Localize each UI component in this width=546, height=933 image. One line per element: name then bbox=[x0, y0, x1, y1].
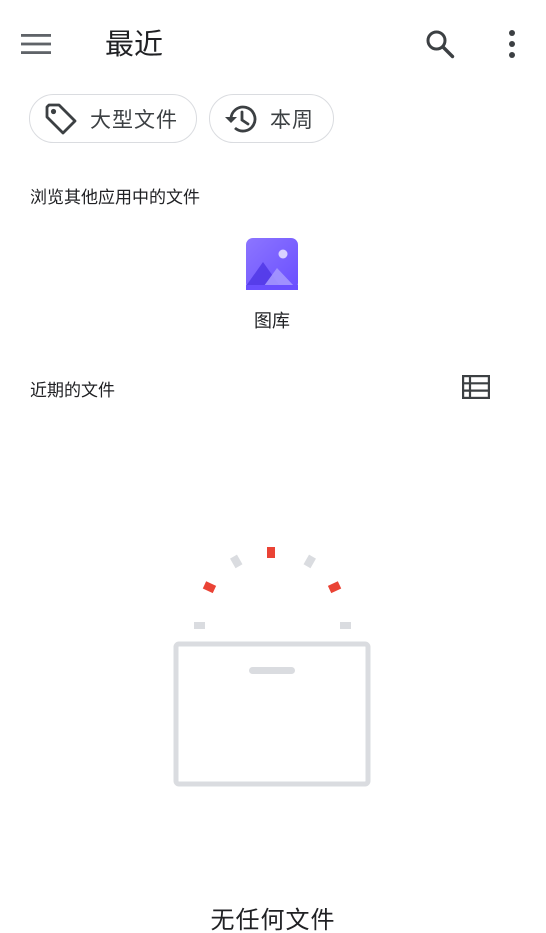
recent-files-heading: 近期的文件 bbox=[30, 381, 115, 401]
chip-large-files[interactable]: 大型文件 bbox=[29, 94, 197, 143]
more-options-button[interactable] bbox=[488, 20, 536, 68]
chip-large-files-label: 大型文件 bbox=[90, 107, 178, 132]
browse-apps-heading: 浏览其他应用中的文件 bbox=[30, 188, 200, 208]
menu-icon bbox=[21, 34, 51, 54]
menu-button[interactable] bbox=[12, 20, 60, 68]
list-view-toggle-button[interactable] bbox=[452, 363, 500, 411]
chip-this-week[interactable]: 本周 bbox=[209, 94, 334, 143]
label-tag-icon bbox=[43, 101, 79, 137]
page-title: 最近 bbox=[105, 27, 164, 61]
empty-state-message: 无任何文件 bbox=[210, 906, 336, 933]
recent-files-screen: 最近 大型文件 本周 浏览其他应用中的文件 图库 近期的文件 无任何文件 bbox=[0, 0, 546, 933]
app-gallery-label: 图库 bbox=[254, 311, 290, 332]
history-icon bbox=[223, 101, 259, 137]
app-gallery[interactable]: 图库 bbox=[232, 238, 312, 333]
more-vert-icon bbox=[509, 30, 515, 58]
search-button[interactable] bbox=[416, 20, 464, 68]
search-icon bbox=[426, 30, 455, 59]
list-view-icon bbox=[462, 375, 490, 399]
chip-this-week-label: 本周 bbox=[270, 107, 314, 132]
empty-box-illustration bbox=[173, 547, 371, 787]
gallery-icon bbox=[246, 238, 298, 290]
